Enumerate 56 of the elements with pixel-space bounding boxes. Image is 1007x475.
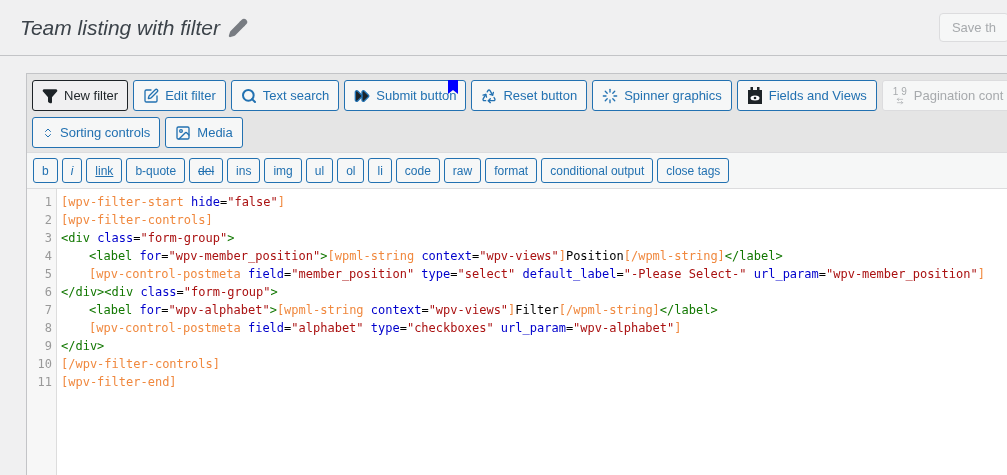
- code-line: [wpv-filter-start hide="false"]: [61, 194, 286, 211]
- code-line: [wpv-filter-controls]: [61, 212, 214, 229]
- search-icon: [240, 87, 257, 104]
- format-button[interactable]: code: [395, 158, 440, 183]
- format-button[interactable]: img: [264, 158, 302, 183]
- format-button[interactable]: ins: [227, 158, 261, 183]
- line-number: 4: [44, 248, 52, 265]
- code-line: [wpv-control-postmeta field="alphabet" type="checkboxes" url_param="wpv-alphabet"]: [88, 320, 683, 337]
- line-number: 6: [44, 284, 52, 301]
- line-number: 8: [44, 320, 52, 337]
- format-button[interactable]: raw: [443, 158, 482, 183]
- format-button[interactable]: del: [189, 158, 224, 183]
- filter-icon: [42, 87, 58, 104]
- code-line: <label for="wpv-alphabet">[wpml-string context="wpv-views"]Filter[/wpml-string]</label>: [88, 302, 719, 319]
- code-line: </div>: [61, 338, 106, 355]
- spinner-icon: [602, 87, 619, 104]
- format-button[interactable]: li: [368, 158, 392, 183]
- format-button[interactable]: ul: [305, 158, 334, 183]
- fast-forward-icon: [354, 87, 371, 104]
- image-icon: [175, 124, 192, 141]
- toolbar-button[interactable]: Submit button: [344, 80, 467, 111]
- page-title: Team listing with filter: [20, 14, 220, 41]
- line-number: 10: [37, 356, 52, 373]
- line-number: 2: [44, 212, 52, 229]
- format-button[interactable]: format: [485, 158, 538, 183]
- code-line: [/wpv-filter-controls]: [61, 356, 221, 373]
- code-line: <div class="form-group">: [61, 230, 236, 247]
- line-number: 3: [44, 230, 52, 247]
- format-button[interactable]: ol: [337, 158, 365, 183]
- line-number: 1: [44, 194, 52, 211]
- format-button[interactable]: link: [86, 158, 123, 183]
- toolbar-button[interactable]: Text search: [230, 80, 340, 111]
- format-button[interactable]: b-quote: [126, 158, 186, 183]
- format-button[interactable]: close tags: [657, 158, 730, 183]
- calendar-eye-icon: [746, 86, 763, 105]
- format-button[interactable]: i: [61, 158, 83, 183]
- toolbar-button[interactable]: Media: [165, 117, 243, 148]
- line-number: 9: [44, 338, 52, 355]
- pencil-icon[interactable]: [227, 17, 248, 38]
- code-line: <label for="wpv-member_position">[wpml-string context="wpv-views"]Position[/wpml-string]</label>: [88, 248, 784, 265]
- code-line: [wpv-control-postmeta field="member_position" type="select" default_label="-Please Select-" url_param="wpv-member_position"]: [88, 266, 985, 283]
- recycle-icon: [481, 87, 498, 104]
- format-button[interactable]: b: [33, 158, 58, 183]
- toolbar-button[interactable]: Sorting controls: [32, 117, 161, 148]
- line-number: 5: [44, 266, 52, 283]
- code-line: [wpv-filter-end]: [61, 374, 178, 391]
- format-button[interactable]: conditional output: [541, 158, 654, 183]
- code-line: </div><div class="form-group">: [61, 284, 279, 301]
- toolbar-button[interactable]: Edit filter: [133, 80, 226, 111]
- toolbar-button[interactable]: New filter: [32, 80, 129, 111]
- line-number: 7: [44, 302, 52, 319]
- toolbar-button[interactable]: Reset button: [471, 80, 588, 111]
- toolbar-button[interactable]: Fields and Views: [736, 80, 877, 111]
- toolbar-button[interactable]: Spinner graphics: [592, 80, 732, 111]
- edit-icon: [143, 87, 160, 104]
- line-number: 11: [37, 374, 52, 391]
